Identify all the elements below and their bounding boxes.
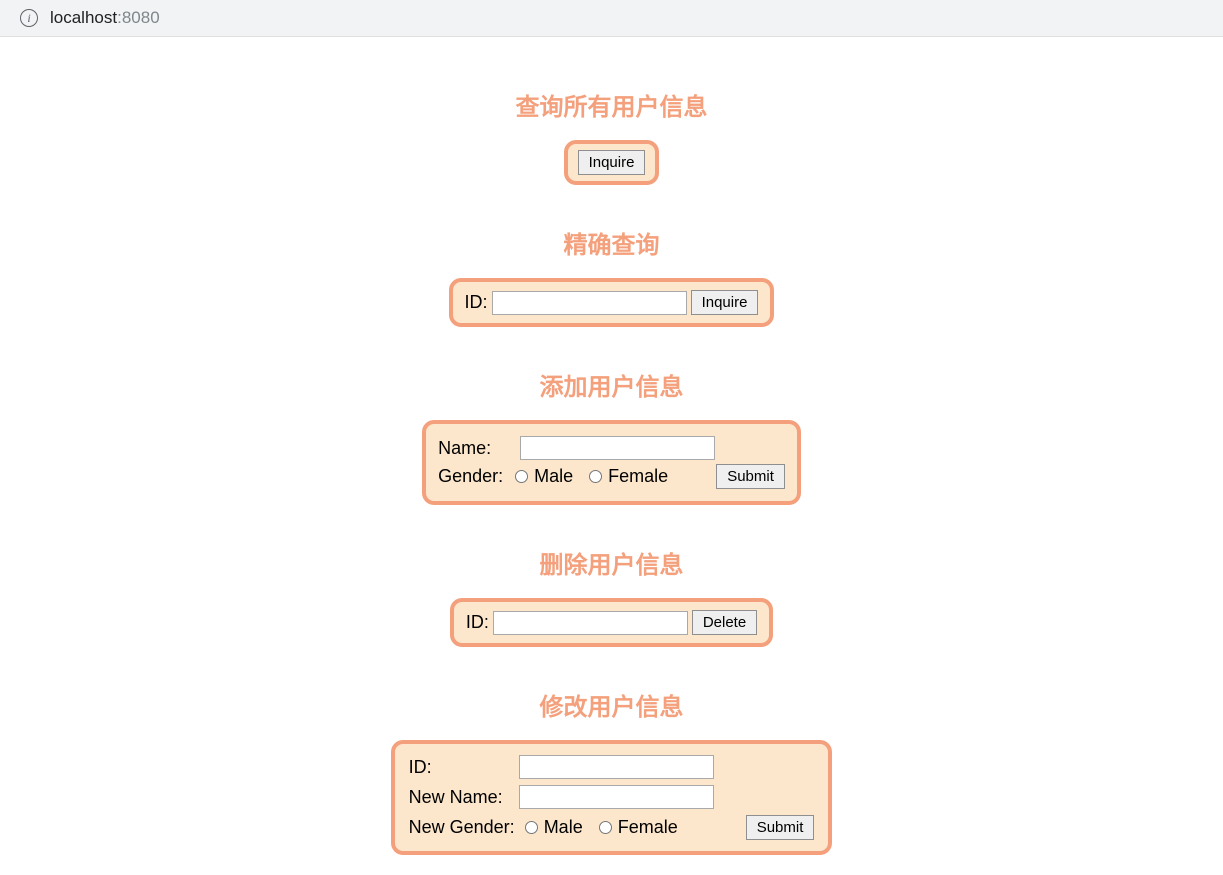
update-male-radio[interactable] bbox=[525, 821, 538, 834]
add-name-label: Name: bbox=[438, 438, 514, 459]
update-submit-button[interactable]: Submit bbox=[746, 815, 815, 840]
update-user-form: ID: New Name: New Gender: Male Female bbox=[391, 740, 833, 855]
update-id-label: ID: bbox=[409, 757, 432, 777]
delete-user-form: ID: Delete bbox=[450, 598, 773, 647]
update-user-heading: 修改用户信息 bbox=[540, 687, 684, 722]
page-content: 查询所有用户信息 Inquire 精确查询 ID: Inquire 添加用户信息… bbox=[107, 37, 1117, 875]
exact-id-label: ID: bbox=[465, 292, 488, 313]
add-female-radio[interactable] bbox=[589, 470, 602, 483]
delete-user-heading: 删除用户信息 bbox=[540, 545, 684, 580]
info-icon: i bbox=[20, 9, 38, 27]
update-male-label: Male bbox=[544, 817, 583, 838]
exact-inquire-button[interactable]: Inquire bbox=[691, 290, 759, 315]
add-male-label: Male bbox=[534, 466, 573, 487]
update-id-input[interactable] bbox=[519, 755, 714, 779]
inquire-all-button[interactable]: Inquire bbox=[578, 150, 646, 175]
query-all-heading: 查询所有用户信息 bbox=[516, 87, 708, 122]
url-host: localhost bbox=[50, 8, 117, 27]
add-gender-label: Gender: bbox=[438, 466, 503, 487]
exact-query-heading: 精确查询 bbox=[564, 225, 660, 260]
add-male-radio[interactable] bbox=[515, 470, 528, 483]
url-text: localhost:8080 bbox=[50, 8, 160, 28]
update-name-input[interactable] bbox=[519, 785, 714, 809]
add-name-input[interactable] bbox=[520, 436, 715, 460]
delete-button[interactable]: Delete bbox=[692, 610, 757, 635]
delete-id-label: ID: bbox=[466, 612, 489, 633]
add-user-heading: 添加用户信息 bbox=[540, 367, 684, 402]
exact-id-input[interactable] bbox=[492, 291, 687, 315]
update-female-label: Female bbox=[618, 817, 678, 838]
delete-id-input[interactable] bbox=[493, 611, 688, 635]
update-female-radio[interactable] bbox=[599, 821, 612, 834]
add-user-form: Name: Gender: Male Female Submit bbox=[422, 420, 801, 505]
update-name-label: New Name: bbox=[409, 787, 503, 807]
query-all-form: Inquire bbox=[564, 140, 660, 185]
add-female-label: Female bbox=[608, 466, 668, 487]
url-port: :8080 bbox=[117, 8, 160, 27]
update-gender-label: New Gender: bbox=[409, 817, 515, 837]
address-bar: i localhost:8080 bbox=[0, 0, 1223, 37]
exact-query-form: ID: Inquire bbox=[449, 278, 775, 327]
add-submit-button[interactable]: Submit bbox=[716, 464, 785, 489]
